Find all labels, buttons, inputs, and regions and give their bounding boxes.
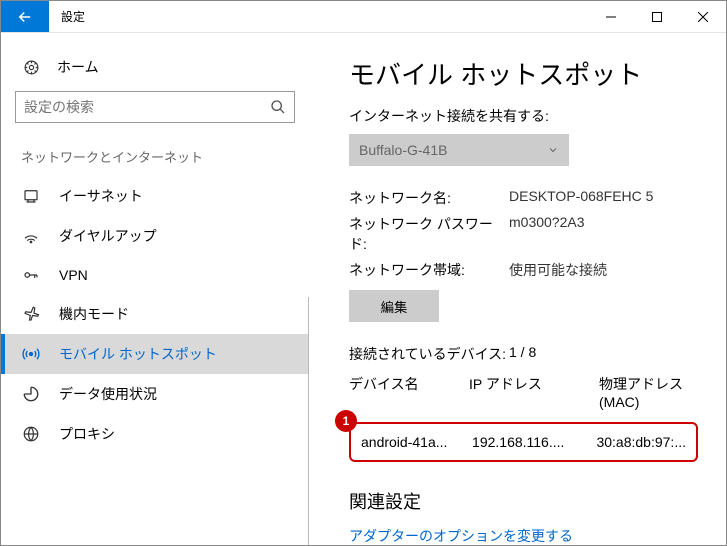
network-band-value: 使用可能な接続 (509, 260, 698, 280)
minimize-button[interactable] (588, 1, 634, 32)
sidebar-item-ethernet[interactable]: イーサネット (1, 176, 309, 216)
sidebar-item-label: データ使用状況 (59, 384, 157, 404)
devices-label: 接続されているデバイス: (349, 344, 509, 364)
sidebar-item-label: プロキシ (59, 424, 115, 444)
search-box[interactable] (15, 91, 295, 123)
maximize-button[interactable] (634, 1, 680, 32)
connection-value: Buffalo-G-41B (359, 142, 447, 158)
col-mac-address: 物理アドレス (MAC) (599, 374, 698, 410)
sidebar-item-label: モバイル ホットスポット (59, 344, 217, 364)
share-label: インターネット接続を共有する: (349, 106, 698, 126)
annotation-badge: 1 (335, 410, 357, 432)
search-icon (270, 99, 286, 115)
dialup-icon (21, 227, 41, 245)
content-pane: モバイル ホットスポット インターネット接続を共有する: Buffalo-G-4… (309, 33, 726, 545)
device-row-callout: 1 android-41a... 192.168.116.... 30:a8:d… (349, 422, 698, 462)
window-title: 設定 (49, 1, 588, 32)
device-name-cell: android-41a... (361, 434, 472, 450)
network-pass-value: m0300?2A3 (509, 214, 698, 254)
titlebar: 設定 (1, 1, 726, 33)
minimize-icon (606, 12, 616, 22)
sidebar-item-dialup[interactable]: ダイヤルアップ (1, 216, 309, 256)
devices-count: 1 / 8 (509, 344, 536, 364)
sidebar-item-label: 機内モード (59, 304, 129, 324)
section-label: ネットワークとインターネット (1, 141, 309, 176)
home-icon (21, 59, 41, 76)
sidebar-item-label: ダイヤルアップ (59, 226, 157, 246)
network-name-label: ネットワーク名: (349, 188, 509, 208)
sidebar-item-label: VPN (59, 267, 88, 283)
network-name-value: DESKTOP-068FEHC 5 (509, 188, 698, 208)
ethernet-icon (21, 187, 41, 205)
col-device-name: デバイス名 (349, 374, 469, 410)
sidebar-item-proxy[interactable]: プロキシ (1, 414, 309, 454)
maximize-icon (652, 12, 662, 22)
data-usage-icon (21, 385, 41, 403)
device-table-header: デバイス名 IP アドレス 物理アドレス (MAC) (349, 374, 698, 410)
search-input[interactable] (24, 99, 270, 115)
settings-window: 設定 ホーム (0, 0, 727, 546)
home-nav[interactable]: ホーム (1, 49, 309, 91)
sidebar-item-label: イーサネット (59, 186, 143, 206)
network-info: ネットワーク名: DESKTOP-068FEHC 5 ネットワーク パスワード:… (349, 188, 698, 280)
related-settings-heading: 関連設定 (349, 488, 698, 514)
connection-select[interactable]: Buffalo-G-41B (349, 134, 569, 166)
sidebar-item-hotspot[interactable]: モバイル ホットスポット (1, 334, 309, 374)
window-controls (588, 1, 726, 32)
body: ホーム ネットワークとインターネット イーサネット ダイヤルアップ (1, 33, 726, 545)
sidebar-item-airplane[interactable]: 機内モード (1, 294, 309, 334)
back-button[interactable] (1, 1, 49, 32)
network-pass-label: ネットワーク パスワード: (349, 214, 509, 254)
proxy-icon (21, 425, 41, 443)
page-title: モバイル ホットスポット (349, 55, 698, 92)
home-label: ホーム (57, 57, 99, 77)
edit-button[interactable]: 編集 (349, 290, 439, 322)
devices-header: 接続されているデバイス: 1 / 8 (349, 344, 698, 364)
device-ip-cell: 192.168.116.... (472, 434, 596, 450)
hotspot-icon (21, 345, 41, 363)
edit-button-label: 編集 (381, 297, 408, 316)
vpn-icon (21, 266, 41, 284)
col-ip-address: IP アドレス (469, 374, 599, 410)
arrow-left-icon (16, 8, 34, 26)
sidebar-item-datausage[interactable]: データ使用状況 (1, 374, 309, 414)
sidebar-separator (308, 297, 309, 545)
adapter-options-link[interactable]: アダプターのオプションを変更する (349, 526, 698, 545)
close-button[interactable] (680, 1, 726, 32)
chevron-down-icon (547, 144, 559, 156)
sidebar-item-vpn[interactable]: VPN (1, 256, 309, 294)
network-band-label: ネットワーク帯域: (349, 260, 509, 280)
sidebar: ホーム ネットワークとインターネット イーサネット ダイヤルアップ (1, 33, 309, 545)
device-row[interactable]: android-41a... 192.168.116.... 30:a8:db:… (349, 422, 698, 462)
airplane-icon (21, 305, 41, 323)
device-mac-cell: 30:a8:db:97:... (596, 434, 686, 450)
close-icon (698, 12, 708, 22)
